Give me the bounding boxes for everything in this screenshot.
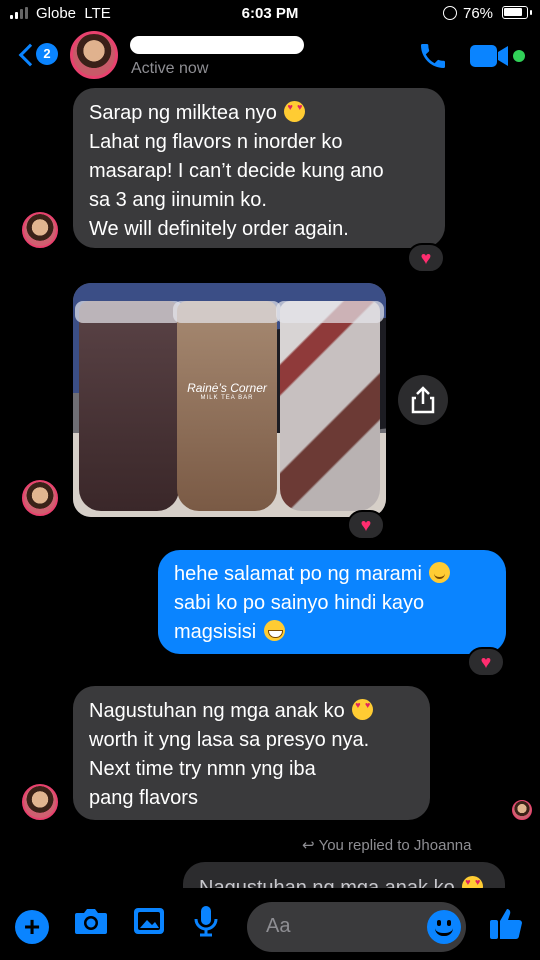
camera-icon[interactable] [72,902,110,940]
contact-avatar-small[interactable] [22,480,58,516]
active-status: Active now [131,60,209,77]
heart-icon: ♥ [360,515,372,535]
share-icon [411,386,435,414]
reply-arrow-icon: ↩ [302,837,315,854]
message-line: We will definitely order again. [89,218,349,240]
outgoing-message-bubble[interactable]: hehe salamat po ng marami sabi ko po sai… [158,550,506,654]
thumbs-up-icon[interactable] [487,904,525,942]
video-camera-icon[interactable] [470,44,510,73]
heart-eyes-emoji-icon [284,101,306,122]
plus-icon[interactable]: + [15,910,49,944]
online-indicator [513,50,525,62]
heart-eyes-emoji-icon [352,699,374,720]
smiling-face-emoji-icon [429,562,451,583]
emoji-icon[interactable] [427,910,461,944]
heart-reaction[interactable]: ♥ [407,243,445,273]
back-button[interactable]: 2 [14,40,64,70]
message-placeholder: Aa [266,915,291,937]
photo-message-milk-tea-cups[interactable]: Rainė’s Corner MILK TEA BAR [73,283,386,517]
cup-logo: Rainė’s Corner MILK TEA BAR [187,381,267,401]
message-line: worth it yng lasa sa presyo nya. [89,729,370,751]
battery-percent: 76% [463,5,494,22]
message-line: masarap! I can’t decide kung ano [89,160,384,182]
contact-avatar-small[interactable] [22,784,58,820]
battery-icon [502,6,532,19]
message-line: Nagustuhan ng mga anak ko [89,697,414,726]
conversation-header: 2 Active now [0,28,540,86]
incoming-message-bubble[interactable]: Nagustuhan ng mga anak ko worth it yng l… [73,686,430,820]
clock: 6:03 PM [241,5,299,22]
message-line: sa 3 ang iinumin ko. [89,189,267,211]
share-button[interactable] [398,375,448,425]
incoming-message-bubble[interactable]: Sarap ng milktea nyo Lahat ng flavors n … [73,88,445,248]
contact-avatar[interactable] [70,31,118,79]
message-input[interactable]: Aa [247,902,466,952]
phone-icon[interactable] [417,40,449,77]
message-line: hehe salamat po ng marami [174,560,490,589]
microphone-icon[interactable] [187,902,225,940]
unread-badge: 2 [36,43,58,65]
reply-indicator: ↩ You replied to Jhoanna [302,837,472,854]
read-receipt-avatar [512,800,532,820]
rotation-lock-icon [443,6,457,20]
message-line: Sarap ng milktea nyo [89,99,429,128]
milk-tea-cup [276,301,384,511]
message-composer: + Aa [0,888,540,960]
contact-avatar-small[interactable] [22,212,58,248]
message-line: Next time try nmn yng iba [89,758,316,780]
message-line: Lahat ng flavors n inorder ko [89,131,343,153]
heart-icon: ♥ [420,248,432,268]
grinning-face-emoji-icon [263,620,285,641]
message-line: magsisisi [174,618,490,647]
heart-reaction[interactable]: ♥ [347,510,385,540]
image-icon[interactable] [130,902,168,940]
contact-name-redacted[interactable] [130,36,304,54]
heart-icon: ♥ [480,652,492,672]
status-bar: Globe LTE 6:03 PM 76% [0,0,540,28]
milk-tea-cup [75,301,183,511]
message-line: sabi ko po sainyo hindi kayo [174,592,425,614]
milk-tea-cup: Rainė’s Corner MILK TEA BAR [173,301,281,511]
message-line: pang flavors [89,787,198,809]
heart-reaction[interactable]: ♥ [467,647,505,677]
